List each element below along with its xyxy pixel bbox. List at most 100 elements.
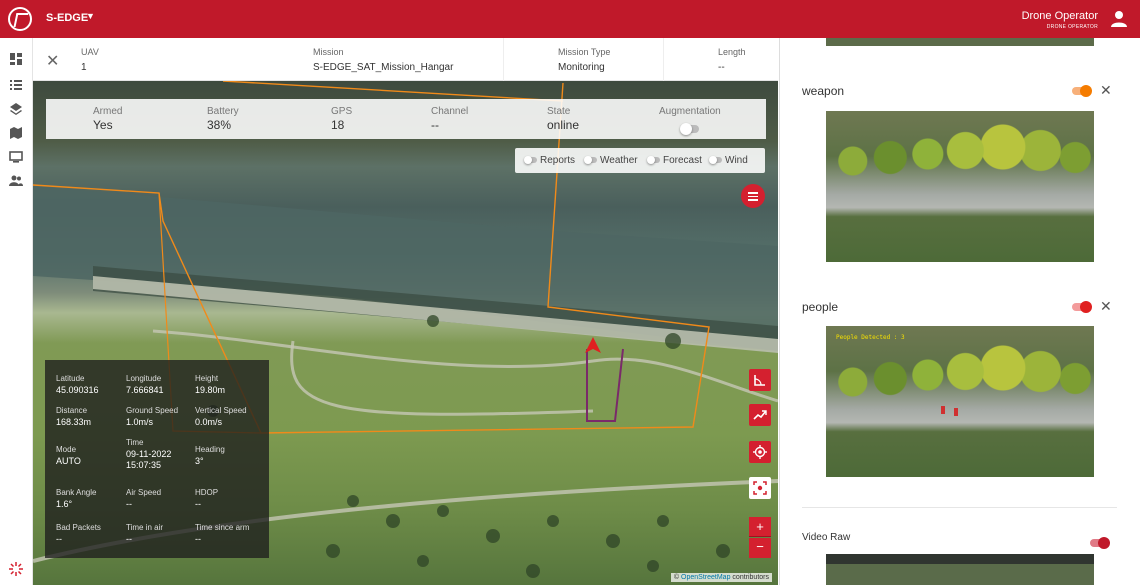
- mission-type-value: Monitoring: [558, 62, 605, 73]
- measure-angle-button[interactable]: [749, 369, 771, 391]
- uav-field: UAV 1: [81, 47, 99, 73]
- distance-label: Distance: [56, 406, 88, 415]
- menu-icon: [748, 192, 758, 194]
- layers-icon[interactable]: [9, 102, 23, 116]
- mode: Mode AUTO: [56, 445, 81, 467]
- mission-field: Mission S-EDGE_SAT_Mission_Hangar: [313, 47, 453, 73]
- map-attribution: © OpenStreetMap contributors: [670, 573, 772, 582]
- angle-icon: [754, 375, 765, 386]
- monitor-icon[interactable]: [9, 150, 23, 164]
- bank-angle: Bank Angle 1.6°: [56, 488, 96, 510]
- wind-layer[interactable]: Wind: [709, 155, 748, 166]
- trend-button[interactable]: [749, 404, 771, 426]
- locate-drone-button[interactable]: [749, 441, 771, 463]
- augmentation-status: Augmentation: [659, 106, 721, 135]
- wind-toggle[interactable]: [709, 156, 722, 165]
- armed-value: Yes: [93, 118, 113, 132]
- zoom-out-button[interactable]: −: [749, 538, 771, 558]
- weapon-feed-close-icon[interactable]: ✕: [1100, 82, 1112, 99]
- air-speed-value: --: [126, 499, 132, 509]
- ground-speed-value: 1.0m/s: [126, 417, 154, 427]
- time: Time 09-11-2022 15:07:35: [126, 438, 171, 471]
- user-role-subtitle: DRONE OPERATOR: [1046, 24, 1098, 30]
- gps-label: GPS: [331, 106, 353, 117]
- uav-label: UAV: [81, 47, 99, 57]
- group-icon[interactable]: [9, 174, 23, 188]
- chevron-down-icon[interactable]: ▼: [86, 11, 95, 21]
- battery-status: Battery 38%: [207, 106, 239, 132]
- bank-angle-value: 1.6°: [56, 499, 73, 509]
- top-app-bar: S-EDGE ▼ Drone Operator DRONE OPERATOR: [0, 0, 1140, 38]
- bad-packets-value: --: [56, 534, 62, 544]
- time-since-arm-value: --: [195, 534, 201, 544]
- project-selector-label[interactable]: S-EDGE: [46, 12, 88, 24]
- time-since-arm-label: Time since arm: [195, 523, 250, 532]
- dashboard-icon[interactable]: [9, 52, 23, 66]
- height-label: Height: [195, 374, 219, 383]
- center-map-button[interactable]: [749, 477, 771, 499]
- map-icon[interactable]: [9, 126, 23, 140]
- time-in-air-label: Time in air: [126, 523, 164, 532]
- openstreetmap-link[interactable]: OpenStreetMap: [681, 574, 730, 581]
- video-feeds-panel[interactable]: weapon ✕ people ✕ People Detected : 3 Vi…: [779, 38, 1140, 585]
- gps-status: GPS 18: [331, 106, 352, 132]
- reports-toggle[interactable]: [524, 156, 537, 165]
- list-icon[interactable]: [9, 78, 23, 92]
- air-speed-label: Air Speed: [126, 488, 162, 497]
- battery-value: 38%: [207, 118, 232, 132]
- layer-toggles: Reports Weather Forecast Wind: [515, 148, 765, 173]
- previous-feed-image: [826, 38, 1094, 46]
- weather-toggle[interactable]: [584, 156, 597, 165]
- state-status: State online: [547, 106, 579, 132]
- telemetry-panel: Latitude 45.090316 Longitude 7.666841 He…: [45, 360, 269, 558]
- close-mission-icon[interactable]: ✕: [46, 51, 59, 71]
- forecast-toggle[interactable]: [647, 156, 660, 165]
- time-clock: 15:07:35: [126, 460, 162, 470]
- detected-person-marker: [941, 406, 945, 414]
- state-label: State: [547, 106, 571, 117]
- height: Height 19.80m: [195, 374, 225, 396]
- people-detected-label: People Detected : 3: [836, 334, 905, 341]
- vertical-speed-value: 0.0m/s: [195, 417, 223, 427]
- satellite-map[interactable]: Armed Yes Battery 38% GPS 18 Channel -- …: [33, 81, 778, 585]
- divider: [663, 38, 664, 81]
- people-feed-close-icon[interactable]: ✕: [1100, 298, 1112, 315]
- bad-packets: Bad Packets --: [56, 523, 101, 545]
- latitude-value: 45.090316: [56, 385, 99, 395]
- weapon-detection-image: [826, 111, 1094, 262]
- latitude: Latitude 45.090316: [56, 374, 99, 396]
- mode-label: Mode: [56, 445, 77, 454]
- augmentation-toggle[interactable]: [680, 122, 699, 135]
- hdop-label: HDOP: [195, 488, 219, 497]
- video-raw-title: Video Raw: [802, 532, 851, 543]
- video-raw-image: [826, 554, 1094, 585]
- center-focus-icon: [753, 481, 767, 495]
- people-feed-toggle[interactable]: [1072, 301, 1092, 313]
- user-role-name: Drone Operator: [1021, 10, 1098, 22]
- weather-layer[interactable]: Weather: [584, 155, 638, 166]
- zoom-in-button[interactable]: +: [749, 517, 771, 537]
- forecast-layer[interactable]: Forecast: [647, 155, 702, 166]
- augmentation-label: Augmentation: [659, 106, 721, 117]
- state-value: online: [547, 118, 580, 132]
- attribution-prefix: ©: [673, 574, 680, 581]
- mission-type-label: Mission Type: [558, 47, 611, 57]
- time-in-air: Time in air --: [126, 523, 163, 545]
- video-raw-toggle[interactable]: [1090, 537, 1110, 549]
- account-icon[interactable]: [1110, 10, 1128, 28]
- ground-speed-label: Ground Speed: [126, 406, 179, 415]
- weapon-feed-title: weapon: [802, 84, 845, 98]
- time-label: Time: [126, 438, 144, 447]
- detected-person-marker: [954, 408, 958, 416]
- side-nav: [0, 38, 33, 585]
- distance-value: 168.33m: [56, 417, 92, 427]
- reports-layer[interactable]: Reports: [524, 155, 575, 166]
- app-sunburst-icon: [9, 562, 23, 576]
- weapon-feed-toggle[interactable]: [1072, 85, 1092, 97]
- longitude-label: Longitude: [126, 374, 162, 383]
- mission-value: S-EDGE_SAT_Mission_Hangar: [313, 62, 454, 73]
- mode-value: AUTO: [56, 456, 81, 466]
- length-value: --: [718, 62, 725, 73]
- menu-button[interactable]: [741, 184, 765, 208]
- app-logo-icon[interactable]: [8, 7, 32, 31]
